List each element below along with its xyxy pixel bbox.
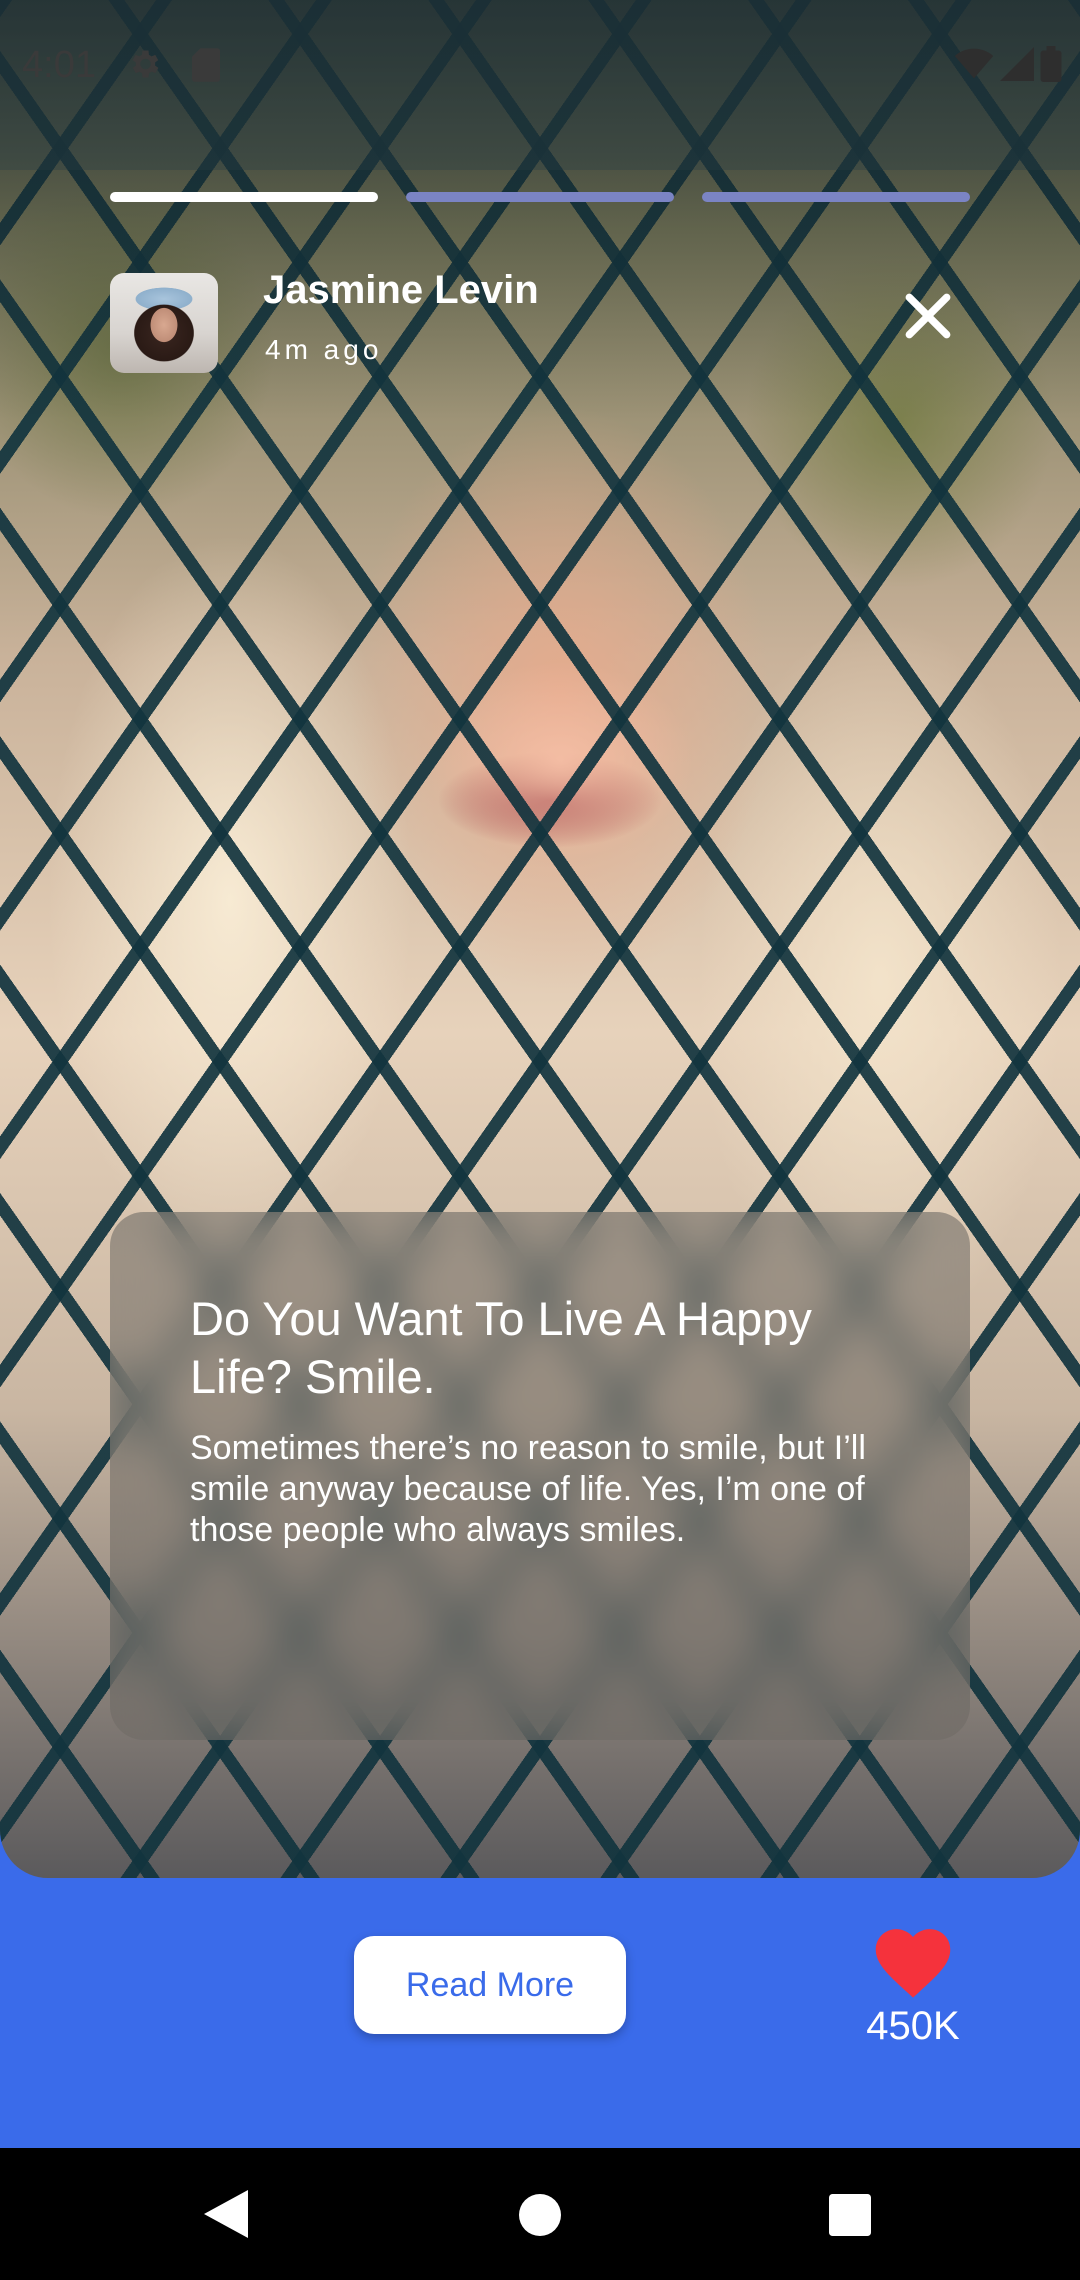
heart-icon[interactable] [867,1918,959,2000]
navigation-bar [0,2148,1080,2280]
battery-icon [1040,46,1062,82]
action-bar: Read More 450K [0,1830,1080,2148]
progress-segment-1 [110,192,378,202]
back-icon[interactable] [204,2190,248,2238]
status-bar: 4:01 [0,0,1080,170]
status-time: 4:01 [22,44,96,86]
signal-icon [1000,47,1034,81]
wifi-icon [954,48,994,79]
card-body: Sometimes there’s no reason to smile, bu… [190,1429,866,1549]
card-title: Do You Want To Live A Happy Life? Smile. [190,1292,812,1403]
progress-segment-3 [702,192,970,202]
story-text-card: Do You Want To Live A Happy Life? Smile.… [110,1212,970,1740]
sd-card-icon [192,48,220,82]
status-right-icons [954,46,1062,82]
recents-icon[interactable] [829,2194,871,2236]
gear-icon [132,50,159,78]
user-name[interactable]: Jasmine Levin [263,268,539,313]
post-time: 4m ago [265,334,383,365]
avatar[interactable] [110,273,218,373]
read-more-button[interactable]: Read More [354,1936,626,2034]
close-icon[interactable] [900,288,956,344]
home-icon[interactable] [519,2194,561,2236]
story-progress [110,192,970,202]
likes-count: 450K [866,2004,960,2048]
progress-segment-2 [406,192,674,202]
